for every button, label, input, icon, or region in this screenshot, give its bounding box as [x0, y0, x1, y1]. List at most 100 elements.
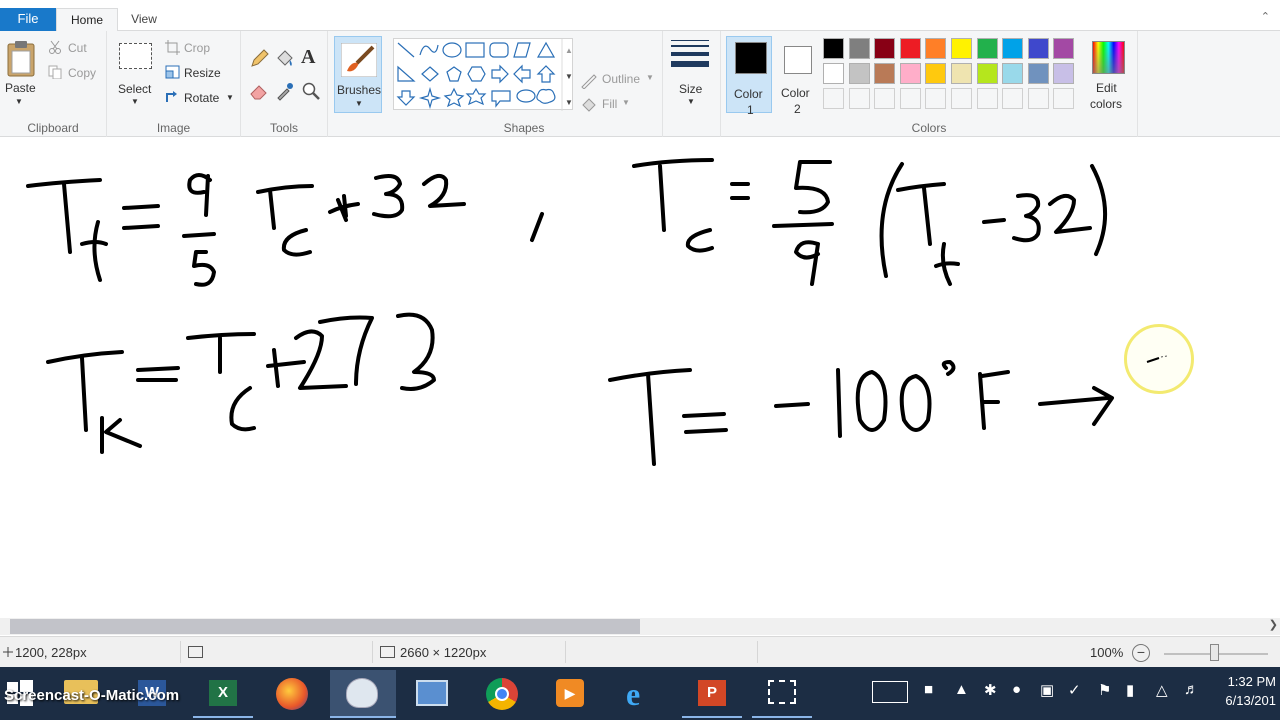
- tray-icon-3[interactable]: ●: [1012, 681, 1021, 698]
- scrollbar-thumb[interactable]: [10, 619, 640, 634]
- select-button[interactable]: Select: [118, 82, 151, 96]
- cut-button[interactable]: Cut: [68, 41, 87, 55]
- palette-color-swatch[interactable]: [976, 63, 998, 84]
- fill-icon: [582, 98, 596, 112]
- palette-custom-slot[interactable]: [976, 88, 998, 109]
- palette-color-swatch[interactable]: [899, 63, 921, 84]
- status-separator: [180, 641, 181, 663]
- paste-label[interactable]: Paste: [5, 81, 36, 95]
- select-icon[interactable]: [119, 43, 152, 69]
- edit-colors-button[interactable]: Edit colors: [1087, 36, 1133, 113]
- tray-icon-5[interactable]: ✓: [1068, 681, 1081, 699]
- palette-color-swatch[interactable]: [848, 63, 870, 84]
- color1-button[interactable]: Color 1: [726, 36, 772, 117]
- palette-color-swatch[interactable]: [925, 38, 947, 59]
- palette-color-swatch[interactable]: [874, 63, 896, 84]
- palette-color-swatch[interactable]: [976, 38, 998, 59]
- taskbar-media-player[interactable]: ▶: [540, 670, 600, 718]
- status-bar: 1200, 228px 2660 × 1220px 100% −: [0, 636, 1280, 667]
- palette-color-swatch[interactable]: [1027, 38, 1049, 59]
- color2-button[interactable]: Color 2: [774, 36, 820, 116]
- palette-custom-slot[interactable]: [951, 88, 972, 109]
- rotate-dropdown-icon[interactable]: ▼: [226, 93, 234, 102]
- tray-icon-4[interactable]: ▣: [1040, 681, 1054, 699]
- palette-color-swatch[interactable]: [1053, 38, 1075, 59]
- resize-button[interactable]: Resize: [184, 66, 221, 80]
- paste-icon[interactable]: [6, 39, 36, 77]
- zoom-out-icon[interactable]: −: [1132, 644, 1150, 662]
- palette-color-swatch[interactable]: [1002, 38, 1024, 59]
- palette-custom-slot[interactable]: [925, 88, 947, 109]
- drawing-canvas[interactable]: [0, 138, 1280, 618]
- tools-group-label: Tools: [269, 121, 298, 135]
- tab-view[interactable]: View: [118, 8, 170, 32]
- palette-color-swatch[interactable]: [823, 63, 844, 84]
- outline-dropdown-icon[interactable]: ▼: [646, 73, 654, 82]
- wifi-icon[interactable]: △: [1156, 681, 1168, 699]
- selection-size-icon: [188, 646, 203, 658]
- palette-color-swatch[interactable]: [925, 63, 947, 84]
- palette-color-swatch[interactable]: [1053, 63, 1075, 84]
- palette-color-swatch[interactable]: [848, 38, 870, 59]
- palette-color-swatch[interactable]: [1027, 63, 1049, 84]
- tab-file[interactable]: File: [0, 8, 56, 31]
- shapes-gallery[interactable]: ▲ ▼ ▼: [393, 38, 573, 111]
- status-separator: [757, 641, 758, 663]
- excel-icon: X: [209, 680, 237, 706]
- taskbar-network-app[interactable]: [402, 670, 462, 718]
- scroll-right-icon[interactable]: ❯: [1269, 618, 1278, 631]
- palette-color-swatch[interactable]: [1002, 63, 1024, 84]
- palette-custom-slot[interactable]: [1002, 88, 1024, 109]
- tray-icon-2[interactable]: ▲: [954, 681, 969, 698]
- palette-custom-slot[interactable]: [874, 88, 896, 109]
- palette-color-swatch[interactable]: [951, 38, 972, 59]
- collapse-ribbon-icon[interactable]: ⌃: [1261, 10, 1270, 23]
- flag-icon[interactable]: ⚑: [1098, 681, 1111, 699]
- zoom-slider-thumb[interactable]: [1210, 644, 1219, 661]
- fill-bucket-icon[interactable]: [275, 49, 295, 69]
- palette-custom-slot[interactable]: [823, 88, 844, 109]
- taskbar-chrome[interactable]: [472, 670, 532, 718]
- palette-custom-slot[interactable]: [1053, 88, 1075, 109]
- eraser-icon[interactable]: [249, 81, 269, 101]
- battery-icon[interactable]: ▮: [1126, 681, 1134, 699]
- rotate-button[interactable]: Rotate: [184, 91, 219, 105]
- tray-icon-1[interactable]: ■: [924, 681, 933, 698]
- palette-color-swatch[interactable]: [823, 38, 844, 59]
- palette-custom-slot[interactable]: [848, 88, 870, 109]
- taskbar-excel[interactable]: X: [193, 670, 253, 718]
- keyboard-icon[interactable]: [872, 681, 908, 703]
- volume-icon[interactable]: ♬: [1184, 681, 1199, 698]
- taskbar-powerpoint[interactable]: P: [682, 670, 742, 718]
- text-tool-icon[interactable]: A: [301, 46, 315, 69]
- palette-color-swatch[interactable]: [899, 38, 921, 59]
- size-button[interactable]: Size ▼: [663, 31, 720, 117]
- palette-custom-slot[interactable]: [1027, 88, 1049, 109]
- select-dropdown-icon[interactable]: ▼: [131, 97, 139, 106]
- taskbar-firefox[interactable]: [262, 670, 322, 718]
- screencast-icon: [768, 680, 796, 704]
- horizontal-scrollbar[interactable]: ❯: [0, 618, 1280, 635]
- taskbar-paint[interactable]: [330, 670, 396, 718]
- color-picker-icon[interactable]: [275, 81, 295, 101]
- tools-group: A Tools: [241, 31, 328, 137]
- palette-color-swatch[interactable]: [951, 63, 972, 84]
- magnifier-icon[interactable]: [301, 81, 321, 101]
- copy-button[interactable]: Copy: [68, 66, 96, 80]
- taskbar-internet-explorer[interactable]: e: [612, 670, 672, 718]
- crop-button[interactable]: Crop: [184, 41, 210, 55]
- pencil-icon[interactable]: [249, 49, 269, 69]
- palette-custom-slot[interactable]: [899, 88, 921, 109]
- system-clock[interactable]: 1:32 PM 6/13/201: [1225, 672, 1276, 710]
- outline-button[interactable]: Outline: [602, 72, 640, 86]
- taskbar-screencast[interactable]: [752, 670, 812, 718]
- ribbon-tab-bar: File Home View ⌃: [0, 0, 1280, 32]
- bluetooth-icon[interactable]: ✱: [984, 681, 997, 699]
- tab-home[interactable]: Home: [56, 8, 118, 32]
- palette-color-swatch[interactable]: [874, 38, 896, 59]
- brushes-dropdown-icon[interactable]: ▼: [355, 99, 363, 108]
- brushes-button[interactable]: Brushes ▼: [334, 36, 382, 113]
- fill-dropdown-icon[interactable]: ▼: [622, 98, 630, 107]
- paste-dropdown-icon[interactable]: ▼: [15, 97, 23, 106]
- fill-button[interactable]: Fill: [602, 97, 617, 111]
